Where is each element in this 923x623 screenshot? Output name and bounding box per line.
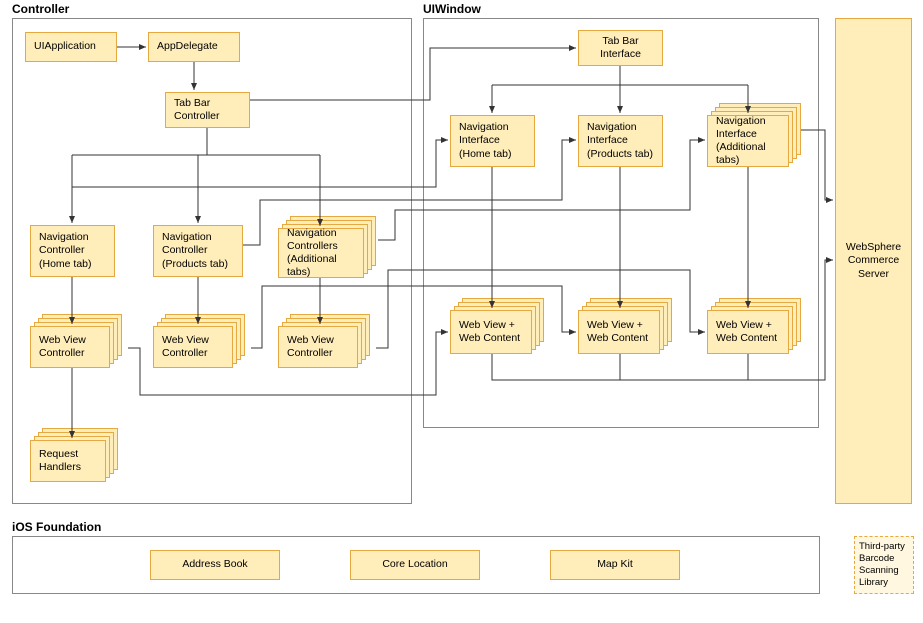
- nav-ctrl-additional-stack: Navigation Controllers (Additional tabs): [278, 216, 378, 278]
- map-kit: Map Kit: [550, 550, 680, 580]
- uiwindow-title: UIWindow: [423, 2, 481, 16]
- appdelegate-node: AppDelegate: [148, 32, 240, 62]
- webview-ctrl-3: Web View Controller: [278, 326, 358, 368]
- request-handlers-stack: Request Handlers: [30, 428, 128, 482]
- websphere-server: WebSphere Commerce Server: [835, 18, 912, 504]
- nav-iface-additional-stack: Navigation Interface (Additional tabs): [707, 103, 807, 167]
- nav-iface-products: Navigation Interface (Products tab): [578, 115, 663, 167]
- tabbar-controller-node: Tab Bar Controller: [165, 92, 250, 128]
- webview-content-2: Web View + Web Content: [578, 310, 660, 354]
- webview-content-1: Web View + Web Content: [450, 310, 532, 354]
- webview-ctrl-1: Web View Controller: [30, 326, 110, 368]
- third-party-library: Third-party Barcode Scanning Library: [854, 536, 914, 594]
- webview-ctrl-2-stack: Web View Controller: [153, 314, 251, 368]
- webview-ctrl-3-stack: Web View Controller: [278, 314, 376, 368]
- webview-content-3: Web View + Web Content: [707, 310, 789, 354]
- webview-content-1-stack: Web View + Web Content: [450, 298, 550, 354]
- nav-iface-additional: Navigation Interface (Additional tabs): [707, 115, 789, 167]
- address-book: Address Book: [150, 550, 280, 580]
- nav-ctrl-additional: Navigation Controllers (Additional tabs): [278, 228, 364, 278]
- webview-ctrl-1-stack: Web View Controller: [30, 314, 128, 368]
- webview-ctrl-2: Web View Controller: [153, 326, 233, 368]
- tabbar-interface: Tab Bar Interface: [578, 30, 663, 66]
- request-handlers: Request Handlers: [30, 440, 106, 482]
- controller-title: Controller: [12, 2, 69, 16]
- webview-content-2-stack: Web View + Web Content: [578, 298, 678, 354]
- webview-content-3-stack: Web View + Web Content: [707, 298, 807, 354]
- nav-ctrl-products: Navigation Controller (Products tab): [153, 225, 243, 277]
- core-location: Core Location: [350, 550, 480, 580]
- ios-foundation-title: iOS Foundation: [12, 520, 101, 534]
- uiapplication-node: UIApplication: [25, 32, 117, 62]
- uiwindow-container: [423, 18, 819, 428]
- nav-ctrl-home: Navigation Controller (Home tab): [30, 225, 115, 277]
- nav-iface-home: Navigation Interface (Home tab): [450, 115, 535, 167]
